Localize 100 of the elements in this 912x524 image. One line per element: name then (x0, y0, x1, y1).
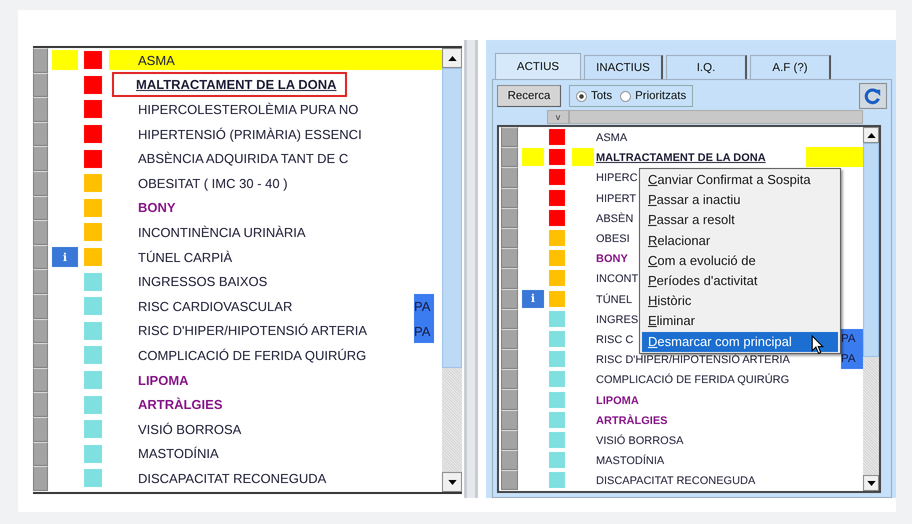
problem-name[interactable]: LIPOMA (138, 372, 189, 388)
row-handle[interactable] (33, 392, 48, 417)
row-handle[interactable] (33, 244, 48, 270)
menu-item[interactable]: Com a evolució de (642, 250, 838, 271)
row-handle[interactable] (501, 228, 518, 248)
row-handle[interactable] (33, 343, 48, 368)
problem-name[interactable]: ABSÈN (596, 212, 634, 225)
radio-label[interactable]: Prioritzats (635, 90, 686, 102)
radio-label[interactable]: Tots (591, 90, 612, 102)
row-handle[interactable] (501, 328, 518, 350)
problem-name[interactable]: VISIÓ BORROSA (596, 434, 684, 447)
info-badge[interactable]: i (522, 290, 544, 308)
row-handle[interactable] (33, 294, 48, 319)
scrollbar[interactable] (442, 48, 462, 492)
info-badge[interactable]: i (52, 247, 78, 268)
problem-name[interactable]: ARTRÀLGIES (596, 414, 668, 427)
row-handle[interactable] (33, 146, 48, 171)
row-handle[interactable] (33, 48, 48, 73)
menu-item[interactable]: Desmarcar com principal (642, 332, 838, 352)
row-handle[interactable] (501, 167, 518, 188)
problem-name[interactable]: BONY (596, 253, 628, 266)
menu-item[interactable]: Eliminar (642, 311, 838, 332)
menu-item[interactable]: Relacionar (642, 230, 838, 251)
menu-item[interactable]: Passar a resolt (642, 210, 838, 231)
row-handle[interactable] (33, 416, 48, 442)
row-handle[interactable] (501, 369, 518, 390)
row-handle[interactable] (501, 248, 518, 268)
row-handle[interactable] (501, 470, 518, 490)
tab[interactable]: ACTIUS (495, 53, 581, 79)
problem-name[interactable]: OBESI (596, 233, 630, 246)
problem-name[interactable]: MALTRACTAMENT DE LA DONA (596, 152, 766, 164)
row-handle[interactable] (501, 430, 518, 450)
problem-name[interactable]: INGRESSOS BAIXOS (138, 274, 268, 290)
row-handle[interactable] (501, 450, 518, 470)
problem-name[interactable]: DISCAPACITAT RECONEGUDA (138, 470, 326, 486)
column-header[interactable]: v (547, 110, 569, 124)
problem-name[interactable]: ASMA (596, 132, 628, 144)
problem-name[interactable]: ARTRÀLGIES (138, 397, 222, 412)
scrollbar[interactable] (863, 127, 879, 491)
menu-item[interactable]: Períodes d'activitat (642, 270, 838, 292)
row-handle[interactable] (33, 466, 48, 491)
problem-name[interactable]: MASTODÍNIA (138, 446, 219, 462)
row-handle[interactable] (33, 318, 48, 344)
search-button[interactable]: Recerca (497, 85, 561, 107)
problem-name[interactable]: HIPERC (596, 172, 638, 184)
row-handle[interactable] (33, 220, 48, 245)
scroll-up-button[interactable] (442, 48, 462, 68)
row-handle[interactable] (33, 196, 48, 220)
scroll-down-button[interactable] (442, 472, 462, 492)
problem-name[interactable]: HIPERTENSIÓ (PRIMÀRIA) ESSENCI (138, 126, 362, 142)
problem-name[interactable]: MALTRACTAMENT DE LA DONA (112, 72, 347, 98)
problem-name[interactable]: TÚNEL (596, 294, 632, 306)
problem-name[interactable]: RISC CARDIOVASCULAR (138, 298, 292, 314)
problem-name[interactable]: RISC D'HIPER/HIPOTENSIÓ ARTERIA (138, 323, 368, 338)
row-handle[interactable] (501, 268, 518, 288)
row-handle[interactable] (501, 188, 518, 208)
scroll-thumb[interactable] (442, 68, 462, 368)
tab[interactable]: A.F (?) (750, 55, 831, 79)
row-handle[interactable] (501, 349, 518, 370)
problem-name[interactable]: INCONTINÈNCIA URINÀRIA (138, 224, 306, 240)
scroll-thumb[interactable] (863, 143, 879, 357)
row-handle[interactable] (33, 122, 48, 146)
row-handle[interactable] (501, 389, 518, 410)
problem-name[interactable]: HIPERT (596, 192, 636, 205)
problem-name[interactable]: COMPLICACIÓ DE FERIDA QUIRÚRG (138, 348, 366, 363)
problem-name[interactable]: HIPERCOLESTEROLÈMIA PURA NO (138, 102, 358, 117)
problem-name[interactable]: BONY (138, 200, 176, 216)
problem-name[interactable]: INGRES (596, 314, 638, 326)
refresh-button[interactable] (859, 83, 887, 109)
row-handle[interactable] (501, 208, 518, 228)
row-handle[interactable] (33, 97, 48, 122)
row-handle[interactable] (501, 127, 518, 148)
tab[interactable]: INACTIUS (584, 55, 663, 79)
scroll-up-button[interactable] (863, 127, 879, 143)
row-handle[interactable] (501, 288, 518, 309)
problem-name[interactable]: OBESITAT ( IMC 30 - 40 ) (138, 176, 288, 191)
tab[interactable]: I.Q. (666, 55, 747, 79)
problem-name[interactable]: TÚNEL CARPIÀ (138, 250, 232, 265)
scroll-down-button[interactable] (863, 475, 879, 491)
row-handle[interactable] (501, 410, 518, 430)
row-handle[interactable] (33, 368, 48, 392)
menu-item[interactable]: Passar a inactiu (642, 190, 838, 210)
menu-item[interactable]: Canviar Confirmat a Sospita (642, 170, 838, 190)
problem-name[interactable]: DISCAPACITAT RECONEGUDA (596, 475, 756, 488)
problem-name[interactable]: ABSÈNCIA ADQUIRIDA TANT DE C (138, 151, 348, 166)
problem-name[interactable]: RISC D'HIPER/HIPOTENSIÓ ARTERIA (596, 354, 790, 366)
row-handle[interactable] (33, 269, 48, 294)
menu-item[interactable]: Històric (642, 291, 838, 312)
problem-name[interactable]: COMPLICACIÓ DE FERIDA QUIRÚRG (596, 374, 790, 386)
row-handle[interactable] (33, 442, 48, 466)
row-handle[interactable] (501, 308, 518, 329)
problem-name[interactable]: INCONT (596, 273, 638, 286)
row-handle[interactable] (33, 72, 48, 98)
radio-button[interactable] (620, 90, 632, 102)
problem-name[interactable]: LIPOMA (596, 394, 639, 407)
problem-name[interactable]: VISIÓ BORROSA (138, 422, 242, 437)
problem-name[interactable]: MASTODÍNIA (596, 455, 664, 468)
row-handle[interactable] (33, 170, 48, 196)
radio-button[interactable] (576, 90, 587, 102)
row-handle[interactable] (501, 147, 518, 168)
